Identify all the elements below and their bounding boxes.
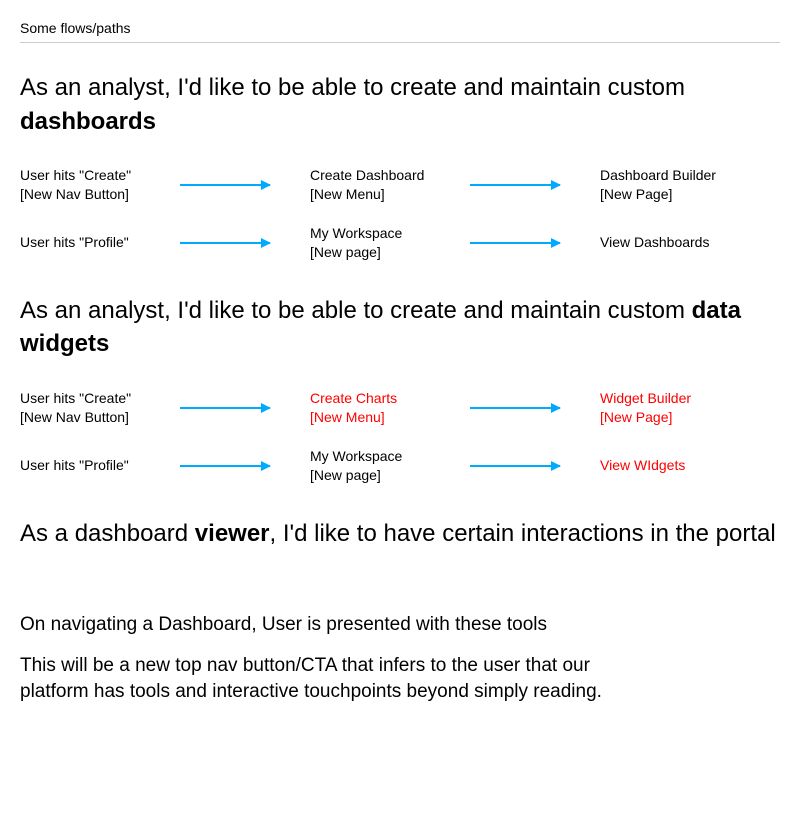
arrow-icon <box>470 184 600 186</box>
flow-row: User hits "Create" [New Nav Button] Crea… <box>20 389 780 427</box>
flow-row: User hits "Profile" My Workspace [New pa… <box>20 447 780 485</box>
flow-step-end: View Dashboards <box>600 233 770 252</box>
flow-step-end: Dashboard Builder [New Page] <box>600 166 770 204</box>
flow-step-line: [New Page] <box>600 185 770 204</box>
flow-step-end: View WIdgets <box>600 456 770 475</box>
arrow-icon <box>470 407 600 409</box>
arrow-icon <box>180 184 310 186</box>
flow-step-end: Widget Builder [New Page] <box>600 389 770 427</box>
heading-text: As an analyst, I'd like to be able to cr… <box>20 74 685 101</box>
flow-row: User hits "Profile" My Workspace [New pa… <box>20 224 780 262</box>
flow-step-start: User hits "Create" [New Nav Button] <box>20 389 180 427</box>
heading-bold: dashboards <box>20 108 156 135</box>
section-header: Some flows/paths <box>20 20 780 43</box>
flow-step-line: Widget Builder <box>600 389 770 408</box>
body-paragraph: This will be a new top nav button/CTA th… <box>20 653 620 706</box>
flow-step-line: [New page] <box>310 466 470 485</box>
flow-step-line: User hits "Create" <box>20 166 180 185</box>
flow-step-line: [New Menu] <box>310 408 470 427</box>
flow-step-start: User hits "Create" [New Nav Button] <box>20 166 180 204</box>
flow-step-mid: My Workspace [New page] <box>310 447 470 485</box>
arrow-icon <box>180 242 310 244</box>
flow-step-line: User hits "Profile" <box>20 233 180 252</box>
flow-step-line: [New Menu] <box>310 185 470 204</box>
flow-step-line: [New page] <box>310 243 470 262</box>
flow-step-mid: My Workspace [New page] <box>310 224 470 262</box>
heading-text: As a dashboard <box>20 520 195 547</box>
user-story-heading-dashboards: As an analyst, I'd like to be able to cr… <box>20 71 780 138</box>
flow-step-line: Create Dashboard <box>310 166 470 185</box>
flow-step-start: User hits "Profile" <box>20 456 180 475</box>
flow-step-line: User hits "Create" <box>20 389 180 408</box>
user-story-heading-viewer: As a dashboard viewer, I'd like to have … <box>20 517 780 551</box>
arrow-icon <box>180 407 310 409</box>
arrow-icon <box>470 465 600 467</box>
flow-row: User hits "Create" [New Nav Button] Crea… <box>20 166 780 204</box>
flow-step-line: [New Nav Button] <box>20 408 180 427</box>
flow-step-line: Create Charts <box>310 389 470 408</box>
flow-step-line: [New Nav Button] <box>20 185 180 204</box>
flow-step-line: View Dashboards <box>600 233 770 252</box>
flow-step-line: View WIdgets <box>600 456 770 475</box>
flow-step-line: Dashboard Builder <box>600 166 770 185</box>
flow-step-mid: Create Charts [New Menu] <box>310 389 470 427</box>
body-paragraph: On navigating a Dashboard, User is prese… <box>20 612 780 639</box>
flow-step-line: User hits "Profile" <box>20 456 180 475</box>
arrow-icon <box>180 465 310 467</box>
heading-bold: viewer <box>195 520 270 547</box>
flow-step-line: [New Page] <box>600 408 770 427</box>
heading-text: , I'd like to have certain interactions … <box>270 520 776 547</box>
flow-step-start: User hits "Profile" <box>20 233 180 252</box>
user-story-heading-widgets: As an analyst, I'd like to be able to cr… <box>20 294 780 361</box>
flow-step-mid: Create Dashboard [New Menu] <box>310 166 470 204</box>
flow-step-line: My Workspace <box>310 224 470 243</box>
flow-step-line: My Workspace <box>310 447 470 466</box>
arrow-icon <box>470 242 600 244</box>
heading-text: As an analyst, I'd like to be able to cr… <box>20 297 692 324</box>
